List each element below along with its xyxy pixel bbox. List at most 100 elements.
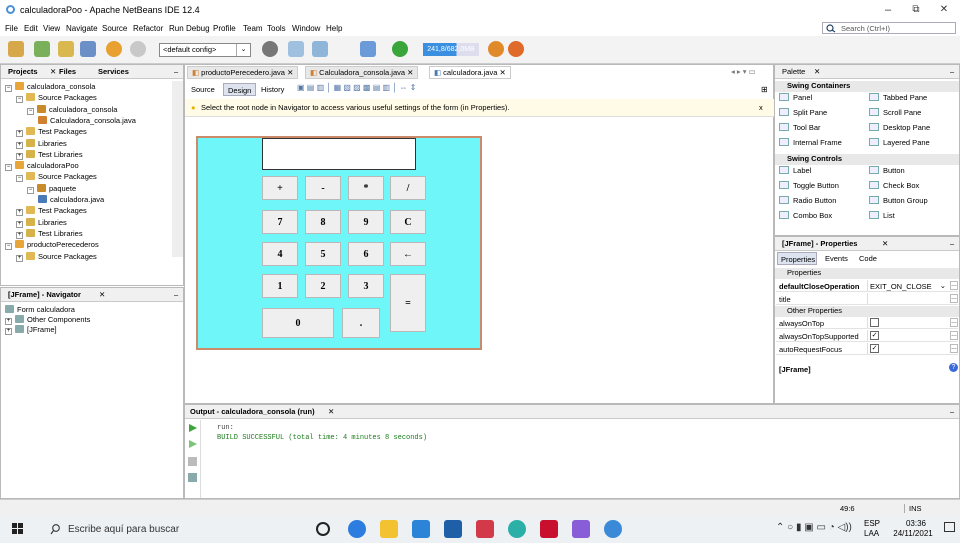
calc-button[interactable]: 0 xyxy=(262,308,334,338)
property-editor-button[interactable]: … xyxy=(950,294,958,303)
netbeans-taskbar-icon[interactable] xyxy=(604,520,622,538)
calc-button[interactable]: 7 xyxy=(262,210,298,234)
minimize-panel-icon[interactable]: – xyxy=(947,407,957,416)
collapse-icon[interactable]: − xyxy=(27,107,34,115)
system-tray-icons[interactable]: ⌃ ○ ▮ ▣ ▭ ◔ ◁)) xyxy=(776,522,852,533)
menu-run[interactable]: Run xyxy=(169,24,184,33)
subtab-source[interactable]: Source xyxy=(187,83,219,96)
close-icon[interactable]: ✕ xyxy=(879,239,891,248)
palette-item[interactable]: Button xyxy=(869,166,905,175)
settings-icon[interactable] xyxy=(188,473,197,482)
tab-events[interactable]: Events xyxy=(825,254,848,263)
palette-item[interactable]: List xyxy=(869,211,895,220)
tree-item[interactable]: − productoPerecederos xyxy=(5,240,99,251)
help-icon[interactable]: ? xyxy=(949,363,958,372)
tree-item[interactable]: Calculadora_consola.java xyxy=(38,115,136,125)
calc-button[interactable]: C xyxy=(390,210,426,234)
minimize-panel-icon[interactable]: – xyxy=(171,290,181,299)
palette-item[interactable]: Combo Box xyxy=(779,211,832,220)
tab-nav-arrows[interactable]: ◂ ▸ ▾ ▭ xyxy=(731,67,756,76)
tab-code[interactable]: Code xyxy=(859,254,877,263)
collapse-icon[interactable]: − xyxy=(16,96,23,104)
property-editor-button[interactable]: … xyxy=(950,331,958,340)
word-icon[interactable] xyxy=(444,520,462,538)
property-checkbox[interactable]: ✓ xyxy=(870,331,879,340)
taskbar-search[interactable]: Escribe aquí para buscar xyxy=(40,518,270,540)
tab-properties-panel[interactable]: [JFrame] - Properties xyxy=(779,239,860,248)
close-icon[interactable]: ✕ xyxy=(811,67,823,76)
subtab-design[interactable]: Design xyxy=(223,83,257,96)
redo-icon[interactable] xyxy=(130,41,146,57)
property-editor-button[interactable]: … xyxy=(950,318,958,327)
palette-section-header[interactable]: Swing Controls xyxy=(775,154,959,165)
rerun-params-icon[interactable] xyxy=(188,439,198,449)
tree-item[interactable]: calculadora.java xyxy=(38,195,104,204)
store-icon[interactable] xyxy=(412,520,430,538)
open-project-icon[interactable] xyxy=(58,41,74,57)
rerun-icon[interactable] xyxy=(188,423,198,433)
tab-properties[interactable]: Properties xyxy=(777,252,817,265)
tree-item[interactable]: + Source Packages xyxy=(16,251,97,262)
close-icon[interactable]: ✕ xyxy=(96,290,108,299)
new-project-icon[interactable] xyxy=(34,41,50,57)
expand-icon[interactable]: + xyxy=(16,130,23,138)
profile-icon[interactable] xyxy=(392,41,408,57)
tree-item[interactable]: − calculadora_consola xyxy=(27,104,117,115)
office-icon[interactable] xyxy=(540,520,558,538)
tree-item[interactable]: + Test Libraries xyxy=(16,228,83,239)
property-value[interactable]: ✓ xyxy=(867,343,948,354)
navigator-item[interactable]: + [JFrame] xyxy=(5,325,57,335)
menu-help[interactable]: Help xyxy=(326,24,342,33)
tree-item[interactable]: − calculadora_consola xyxy=(5,82,95,92)
menu-navigate[interactable]: Navigate xyxy=(66,24,98,33)
menu-window[interactable]: Window xyxy=(292,24,320,33)
tab-projects[interactable]: Projects xyxy=(5,67,41,76)
tree-item[interactable]: − paquete xyxy=(27,183,76,194)
maximize-button[interactable]: ⧉ xyxy=(904,3,928,17)
palette-section-header[interactable]: Swing Containers xyxy=(775,81,959,92)
calc-button[interactable]: * xyxy=(348,176,384,200)
property-row[interactable]: autoRequestFocus ✓… xyxy=(776,343,958,355)
collapse-icon[interactable]: − xyxy=(16,175,23,183)
expand-icon[interactable]: + xyxy=(16,231,23,239)
menu-source[interactable]: Source xyxy=(102,24,127,33)
calc-button[interactable]: 1 xyxy=(262,274,298,298)
palette-item[interactable]: Internal Frame xyxy=(779,138,842,147)
menu-edit[interactable]: Edit xyxy=(24,24,38,33)
config-icon[interactable] xyxy=(262,41,278,57)
palette-item[interactable]: Desktop Pane xyxy=(869,123,930,132)
palette-item[interactable]: Panel xyxy=(779,93,812,102)
palette-item[interactable]: Split Pane xyxy=(779,108,827,117)
tab-services[interactable]: Services xyxy=(95,67,132,76)
minimize-button[interactable]: – xyxy=(876,3,900,17)
expand-icon[interactable]: + xyxy=(16,152,23,160)
palette-item[interactable]: Tool Bar xyxy=(779,123,821,132)
collapse-icon[interactable]: − xyxy=(5,164,12,172)
config-select[interactable]: <default config> ⌄ xyxy=(159,43,251,57)
property-editor-button[interactable]: … xyxy=(950,281,958,290)
property-row[interactable]: title… xyxy=(776,293,958,305)
tree-item[interactable]: + Libraries xyxy=(16,138,67,149)
hint-close-icon[interactable]: x xyxy=(759,103,763,112)
undo-icon[interactable] xyxy=(106,41,122,57)
language-indicator[interactable]: ESP xyxy=(864,519,880,528)
language-indicator-2[interactable]: LAA xyxy=(864,529,879,538)
notifications-icon[interactable] xyxy=(944,522,955,532)
expand-icon[interactable]: ⊞ xyxy=(761,85,768,94)
tab-navigator[interactable]: [JFrame] - Navigator xyxy=(5,290,84,299)
menu-file[interactable]: File xyxy=(5,24,18,33)
expand-icon[interactable]: + xyxy=(5,318,12,325)
collapse-icon[interactable]: − xyxy=(5,243,12,251)
clock-date[interactable]: 24/11/2021 xyxy=(888,529,938,538)
cortana-icon[interactable] xyxy=(316,522,330,536)
calc-button[interactable]: 2 xyxy=(305,274,341,298)
palette-item[interactable]: Label xyxy=(779,166,811,175)
expand-icon[interactable]: + xyxy=(16,220,23,228)
property-editor-button[interactable]: … xyxy=(950,344,958,353)
menu-tools[interactable]: Tools xyxy=(267,24,286,33)
calc-button[interactable]: 5 xyxy=(305,242,341,266)
palette-item[interactable]: Check Box xyxy=(869,181,919,190)
editor-tab-productoperecedero[interactable]: ◧ productoPerecedero.java ✕ xyxy=(187,66,299,79)
calc-button[interactable]: 4 xyxy=(262,242,298,266)
minimize-panel-icon[interactable]: – xyxy=(947,67,957,76)
